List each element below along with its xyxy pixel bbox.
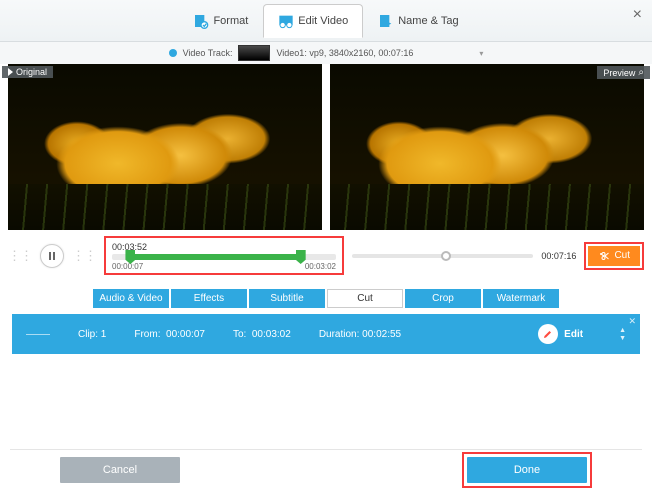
cut-button-highlight: Cut [584,242,644,270]
preview-badge-text: Preview [603,68,635,78]
trim-timeline[interactable]: 00:03:52 00:00:0700:03:02 [104,236,344,275]
tab-edit-label: Edit Video [298,15,348,27]
clip-from: From: 00:00:07 [134,329,205,340]
tab-name-tag[interactable]: Name & Tag [363,4,473,38]
play-triangle-icon [8,68,13,76]
clip-reorder: ▲ ▼ [619,327,626,342]
footer-separator [10,449,642,450]
preview-row: Original Preview⌕ [0,64,652,230]
trim-track[interactable] [112,254,336,260]
cancel-button[interactable]: Cancel [60,457,180,483]
track-info: Video1: vp9, 3840x2160, 00:07:16 [276,48,413,58]
name-tag-icon [378,13,394,29]
grip-right-icon: ⋮⋮ [72,248,96,264]
tab-edit-video[interactable]: Edit Video [263,4,363,38]
original-badge-text: Original [16,67,47,77]
pause-icon [49,252,55,260]
pencil-icon [538,324,558,344]
trim-start-time: 00:00:07 [112,262,143,271]
footer: Cancel Done [0,452,652,488]
clip-duration: Duration: 00:02:55 [319,329,401,340]
edited-preview [330,64,644,230]
subtab-effects[interactable]: Effects [171,289,247,308]
clip-close-icon[interactable]: ✕ [628,316,636,327]
tab-nametag-label: Name & Tag [398,15,458,27]
full-progress-track[interactable] [352,254,533,258]
video-track-bar: Video Track: Video1: vp9, 3840x2160, 00:… [0,42,652,64]
progress-knob[interactable] [441,251,451,261]
playback-controls: ⋮⋮ ⋮⋮ 00:03:52 00:00:0700:03:02 00:07:16… [0,230,652,281]
done-button[interactable]: Done [467,457,587,483]
subtab-audio-video[interactable]: Audio & Video [93,289,169,308]
clip-drag-icon[interactable] [26,334,50,335]
top-tabbar: Format Edit Video Name & Tag × [0,0,652,42]
format-icon [193,13,209,29]
subtab-watermark[interactable]: Watermark [483,289,559,308]
grip-left-icon: ⋮⋮ [8,248,32,264]
subtab-cut[interactable]: Cut [327,289,403,308]
clip-row: ✕ Clip: 1 From: 00:00:07 To: 00:03:02 Du… [12,314,640,354]
clip-to: To: 00:03:02 [233,329,291,340]
tab-format-label: Format [213,15,248,27]
move-up-icon[interactable]: ▲ [619,327,626,334]
cut-button-label: Cut [614,250,630,261]
total-time: 00:07:16 [541,251,576,261]
done-button-highlight: Done [462,452,592,488]
original-preview [8,64,322,230]
move-down-icon[interactable]: ▼ [619,335,626,342]
track-thumbnail [238,45,270,61]
clip-index: Clip: 1 [78,329,106,340]
trim-end-time: 00:03:02 [305,262,336,271]
close-icon[interactable]: × [633,6,642,24]
edit-subtabs: Audio & Video Effects Subtitle Cut Crop … [0,281,652,314]
scissors-icon [598,250,610,262]
subtab-subtitle[interactable]: Subtitle [249,289,325,308]
track-label: Video Track: [183,48,233,58]
clip-edit-label: Edit [564,329,583,340]
edit-video-icon [278,13,294,29]
magnify-icon: ⌕ [638,67,644,78]
clip-edit-button[interactable]: Edit [538,324,583,344]
tab-format[interactable]: Format [178,4,263,38]
cut-button[interactable]: Cut [588,246,640,266]
subtab-crop[interactable]: Crop [405,289,481,308]
track-dropdown-icon[interactable]: ▾ [479,49,483,58]
pause-button[interactable] [40,244,64,268]
track-radio-icon [169,49,177,57]
original-badge: Original [2,66,53,78]
preview-badge[interactable]: Preview⌕ [597,66,650,79]
